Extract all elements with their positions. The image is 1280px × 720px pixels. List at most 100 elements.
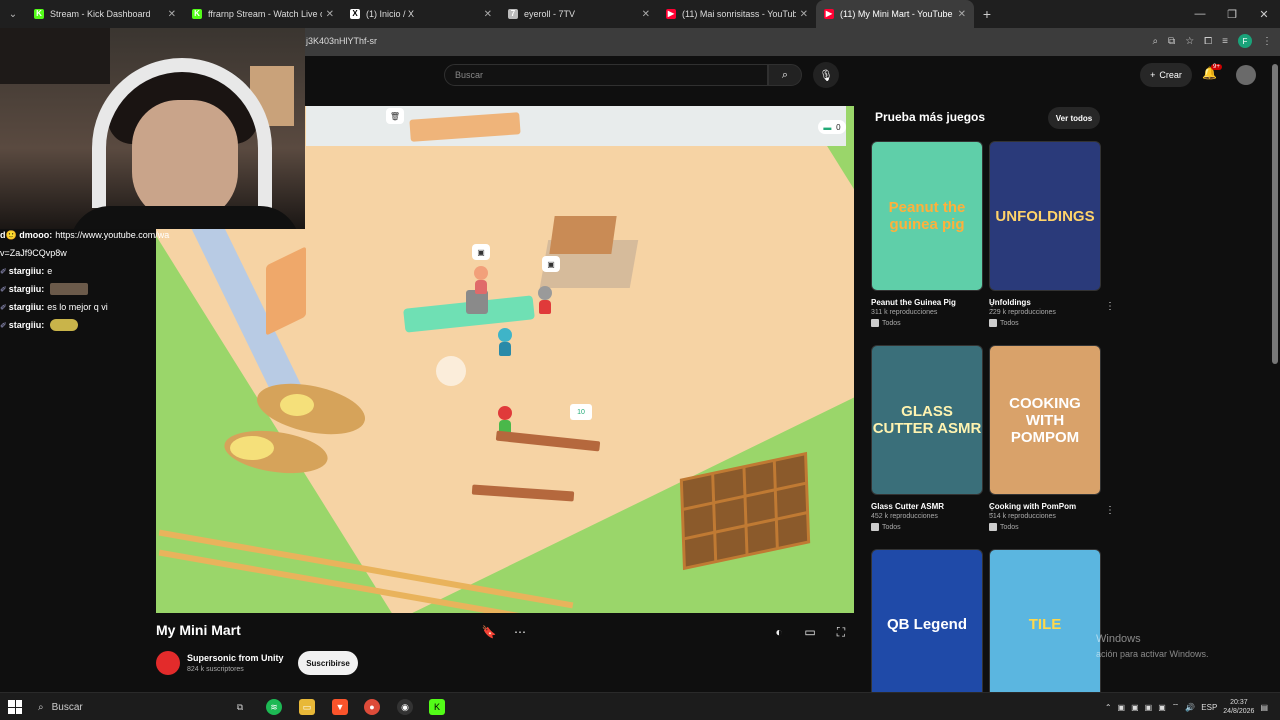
- age-rating: Todos: [871, 319, 983, 327]
- tab-close-icon[interactable]: ✕: [642, 9, 650, 20]
- game-card[interactable]: TILE: [989, 549, 1101, 699]
- browser-menu-icon[interactable]: ⋮: [1262, 36, 1272, 47]
- tray-app-icon[interactable]: ▣: [1118, 703, 1126, 712]
- voice-search-button[interactable]: 🎙: [813, 62, 839, 88]
- search-input[interactable]: Buscar: [444, 64, 768, 86]
- tab-close-icon[interactable]: ✕: [326, 9, 334, 20]
- tab-title: eyeroll - 7TV: [524, 9, 576, 19]
- profile-avatar[interactable]: F: [1238, 34, 1252, 48]
- tray-app-icon[interactable]: ▣: [1158, 703, 1166, 712]
- tab-search-icon[interactable]: ⌄: [0, 0, 26, 28]
- tab-close-icon[interactable]: ✕: [484, 9, 492, 20]
- restore-icon[interactable]: ❐: [1216, 0, 1248, 28]
- account-avatar[interactable]: [1236, 65, 1256, 85]
- game-card[interactable]: UNFOLDINGS Unfoldings 229 k reproducciones…: [989, 141, 1115, 327]
- mic-icon: 🎙: [819, 69, 833, 82]
- page-scrollbar[interactable]: [1270, 56, 1280, 692]
- game-thumbnail[interactable]: UNFOLDINGS: [989, 141, 1101, 291]
- rating-label: Todos: [882, 319, 901, 327]
- browser-tab[interactable]: Kffrarnp Stream - Watch Live on ✕: [184, 0, 342, 28]
- game-thumbnail[interactable]: GLASS CUTTER ASMR: [871, 345, 983, 495]
- game-thumbnail[interactable]: TILE: [989, 549, 1101, 699]
- url-text[interactable]: j3K403nHlYThf-sr: [306, 36, 377, 46]
- scrollbar-thumb[interactable]: [1272, 64, 1278, 364]
- bookmark-star-icon[interactable]: ☆: [1185, 36, 1194, 47]
- chat-text: v=ZaJf9CQvp8w: [0, 248, 67, 258]
- customer-character: [472, 266, 490, 294]
- cash-pickup[interactable]: 10: [570, 404, 592, 420]
- kick-app-icon[interactable]: K: [429, 699, 445, 715]
- clock[interactable]: 20:37 24/8/2026: [1223, 698, 1254, 716]
- game-thumbnail[interactable]: QB Legend: [871, 549, 983, 699]
- zoom-icon[interactable]: ⌕: [1152, 36, 1158, 47]
- install-icon[interactable]: ⧉: [1168, 36, 1175, 47]
- rating-icon: [871, 319, 879, 327]
- card-menu-icon[interactable]: ⋮: [1105, 505, 1115, 516]
- kick-icon: K: [192, 9, 202, 19]
- browser-tab[interactable]: ▶ (11) My Mini Mart - YouTube ✕: [816, 0, 974, 28]
- tab-close-icon[interactable]: ✕: [168, 9, 176, 20]
- game-thumbnail[interactable]: Peanut the guinea pig: [871, 141, 983, 291]
- wifi-icon[interactable]: ⌔: [1172, 702, 1180, 712]
- chat-emote: [50, 319, 79, 331]
- cash-pickup-amount: 10: [577, 408, 585, 416]
- subscribe-button[interactable]: Suscribirse: [298, 651, 358, 675]
- tab-title: (11) My Mini Mart - YouTube: [840, 9, 953, 19]
- game-title[interactable]: Peanut the Guinea Pig: [871, 298, 983, 307]
- save-bookmark-icon[interactable]: 🔖: [481, 624, 497, 640]
- tray-app-icon[interactable]: ▣: [1145, 703, 1153, 712]
- tab-title: (11) Mai sonrisitass - YouTube: [682, 9, 796, 19]
- game-title[interactable]: Unfoldings: [989, 298, 1101, 307]
- brave-icon[interactable]: ▼: [332, 699, 348, 715]
- card-menu-icon[interactable]: ⋮: [1105, 301, 1115, 312]
- more-options-icon[interactable]: ⋯: [512, 624, 528, 640]
- cash-counter: ▬ 0: [818, 120, 846, 134]
- media-icon[interactable]: ≡: [1222, 36, 1228, 47]
- youtube-icon: ▶: [666, 9, 676, 19]
- tab-close-icon[interactable]: ✕: [958, 9, 966, 20]
- browser-tab[interactable]: ▶ (11) Mai sonrisitass - YouTube ✕: [658, 0, 816, 28]
- file-explorer-icon[interactable]: ▭: [299, 699, 315, 715]
- theater-mode-icon[interactable]: ▭: [802, 624, 818, 640]
- rating-label: Todos: [1000, 523, 1019, 531]
- start-button[interactable]: [8, 700, 22, 714]
- browser-tab[interactable]: K Stream - Kick Dashboard ✕: [26, 0, 184, 28]
- notifications-center-icon[interactable]: ▤: [1260, 703, 1268, 712]
- chat-message: ✐ stargiiu: es lo mejor q vi: [0, 298, 156, 316]
- create-button[interactable]: + Crear: [1140, 63, 1192, 87]
- browser-tab[interactable]: X (1) Inicio / X ✕: [342, 0, 500, 28]
- search-button[interactable]: ⌕: [768, 64, 802, 86]
- language-indicator[interactable]: ESP: [1201, 703, 1217, 712]
- browser-tab[interactable]: 7 eyeroll - 7TV ✕: [500, 0, 658, 28]
- chat-text: e: [47, 266, 53, 276]
- game-card[interactable]: GLASS CUTTER ASMR Glass Cutter ASMR 452 k …: [871, 345, 997, 531]
- tray-chevron-icon[interactable]: ⌃: [1105, 703, 1112, 712]
- volume-icon[interactable]: ◐: [771, 624, 787, 640]
- obs-icon[interactable]: ◉: [397, 699, 413, 715]
- search-icon: ⌕: [38, 701, 44, 713]
- game-title[interactable]: Cooking with PomPom: [989, 502, 1101, 511]
- game-card[interactable]: Peanut the guinea pig Peanut the Guinea P…: [871, 141, 997, 327]
- spotify-icon[interactable]: ≋: [266, 699, 282, 715]
- register-bubble-icon: ▣: [472, 244, 490, 260]
- minimize-icon[interactable]: —: [1184, 0, 1216, 28]
- channel-name[interactable]: Supersonic from Unity: [187, 653, 284, 663]
- game-title[interactable]: Glass Cutter ASMR: [871, 502, 983, 511]
- game-card[interactable]: QB Legend: [871, 549, 983, 699]
- see-all-button[interactable]: Ver todos: [1048, 107, 1100, 129]
- chrome-icon[interactable]: ●: [364, 699, 380, 715]
- game-card[interactable]: COOKING WITH POMPOM Cooking with PomPom 51…: [989, 345, 1115, 531]
- speaker-icon[interactable]: 🔊: [1185, 703, 1195, 712]
- close-window-icon[interactable]: ✕: [1248, 0, 1280, 28]
- taskbar-search[interactable]: ⌕ Buscar: [32, 696, 222, 718]
- extensions-icon[interactable]: ⧠: [1204, 36, 1212, 47]
- channel-avatar[interactable]: [156, 651, 180, 675]
- new-tab-icon[interactable]: +: [974, 0, 1000, 28]
- tray-app-icon[interactable]: ▣: [1131, 703, 1139, 712]
- task-view-icon[interactable]: ⧉: [232, 699, 248, 715]
- game-thumbnail[interactable]: COOKING WITH POMPOM: [989, 345, 1101, 495]
- fullscreen-icon[interactable]: ⛶: [833, 624, 849, 640]
- rating-label: Todos: [1000, 319, 1019, 327]
- chat-badge-icon: ✐: [0, 284, 7, 294]
- tab-close-icon[interactable]: ✕: [800, 9, 808, 20]
